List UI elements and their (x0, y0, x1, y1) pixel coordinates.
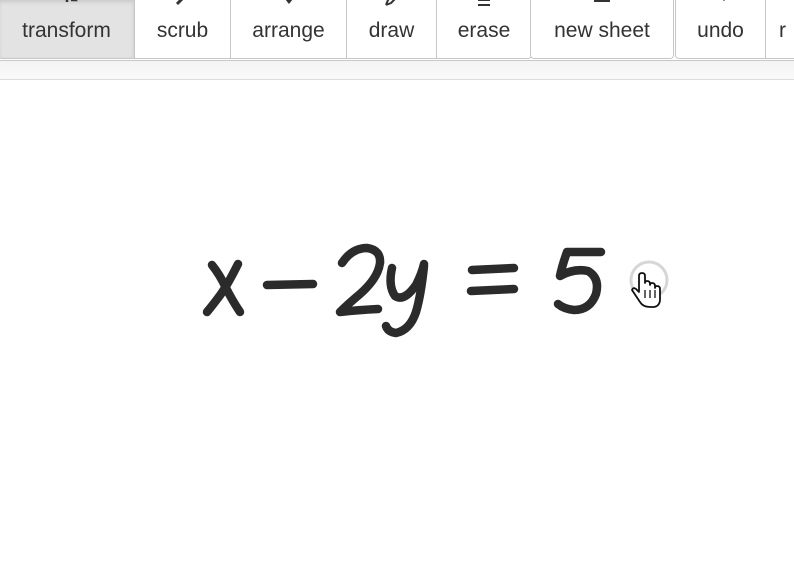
tool-scrub-button[interactable]: scrub (135, 0, 231, 58)
equation-text-minus: − (0, 80, 1, 81)
redo-button[interactable]: r (766, 0, 794, 58)
equation-text-5: 5 (0, 80, 1, 81)
tool-erase-label: erase (457, 19, 511, 42)
new-sheet-label: new sheet (554, 19, 650, 42)
eraser-icon (478, 0, 490, 6)
transform-icon (65, 0, 78, 2)
sheet-group: new sheet (530, 0, 674, 59)
tool-arrange-label: arrange (252, 19, 325, 42)
tool-transform-button[interactable]: transform (0, 0, 135, 58)
pencil-icon (384, 0, 395, 6)
tool-scrub-label: scrub (156, 19, 209, 42)
equation-text-y: y (0, 80, 1, 81)
equation-char-y[interactable] (381, 259, 429, 338)
undo-label: undo (697, 19, 744, 42)
scrub-icon (175, 0, 183, 6)
toolbar-divider (0, 61, 794, 80)
tool-draw-button[interactable]: draw (347, 0, 437, 58)
toolbar: transform scrub arrange draw erase new s… (0, 0, 794, 61)
equation-char-2[interactable] (335, 243, 385, 317)
tool-arrange-button[interactable]: arrange (231, 0, 347, 58)
tool-erase-button[interactable]: erase (437, 0, 531, 58)
equation-text-x: x (0, 80, 1, 81)
tool-draw-label: draw (368, 19, 415, 42)
handwritten-equation[interactable]: x − 2 y = 5 (0, 80, 794, 574)
undo-button[interactable]: undo (676, 0, 766, 58)
drawing-canvas[interactable]: x − 2 y = 5 (0, 80, 794, 574)
equation-text-equals: = (0, 80, 1, 81)
hand-pointer-icon (631, 272, 661, 308)
tool-transform-label: transform (22, 19, 111, 42)
redo-label: r (779, 19, 786, 42)
equation-char-5[interactable] (553, 247, 606, 315)
equation-char-equals[interactable] (466, 263, 519, 296)
equation-char-minus[interactable] (262, 279, 318, 290)
tool-group: transform scrub arrange draw erase (0, 0, 532, 59)
undo-icon (722, 0, 725, 2)
equation-text-2: 2 (0, 80, 1, 81)
equation-char-x[interactable] (202, 259, 245, 317)
history-group: undo r (675, 0, 794, 59)
new-sheet-icon (594, 0, 610, 2)
arrange-icon (285, 0, 292, 5)
new-sheet-button[interactable]: new sheet (531, 0, 673, 58)
pointer-cursor (628, 258, 672, 314)
